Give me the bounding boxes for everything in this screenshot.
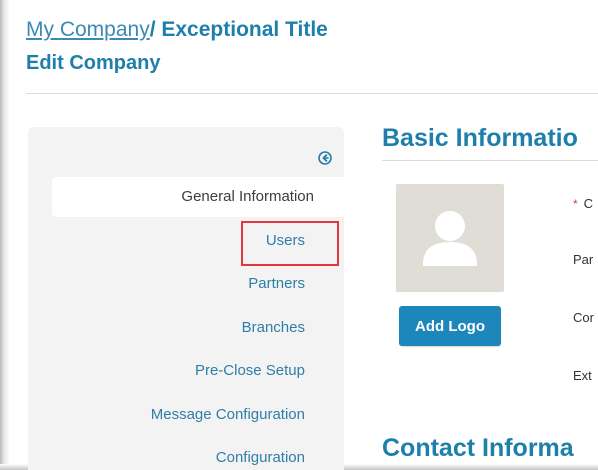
field-label-company-name: * C bbox=[573, 196, 593, 211]
collapse-sidebar-button[interactable] bbox=[317, 150, 333, 166]
field-label-text: C bbox=[583, 196, 594, 211]
add-logo-button[interactable]: Add Logo bbox=[399, 306, 501, 346]
header-divider bbox=[26, 93, 598, 94]
field-label-external-id: Ext bbox=[573, 368, 592, 383]
app-frame: My Company/ Exceptional Title Edit Compa… bbox=[0, 0, 598, 470]
sidebar-item-partners[interactable]: Partners bbox=[52, 264, 322, 304]
breadcrumb: My Company/ Exceptional Title bbox=[26, 16, 328, 44]
sidebar-item-label: Users bbox=[265, 232, 305, 249]
section-divider bbox=[382, 160, 598, 161]
breadcrumb-link-my-company[interactable]: My Company bbox=[26, 18, 150, 41]
sidebar-item-general-information[interactable]: General Information bbox=[52, 177, 344, 217]
field-label-parent: Par bbox=[573, 252, 594, 267]
sidebar-item-branches[interactable]: Branches bbox=[52, 308, 322, 348]
sidebar-item-message-configuration[interactable]: Message Configuration bbox=[52, 395, 322, 435]
sidebar-item-pre-close-setup[interactable]: Pre-Close Setup bbox=[52, 351, 322, 391]
sidebar-item-users[interactable]: Users bbox=[52, 221, 322, 261]
sidebar-item-label: Pre-Close Setup bbox=[194, 362, 305, 379]
user-avatar-icon bbox=[423, 211, 477, 266]
collapse-left-circle-icon bbox=[318, 151, 332, 165]
section-title-basic-information: Basic Informatio bbox=[382, 124, 578, 152]
field-label-company-code: Cor bbox=[573, 310, 594, 325]
logo-placeholder bbox=[396, 184, 504, 292]
window-edge-left bbox=[0, 0, 10, 470]
section-title-contact-information: Contact Informa bbox=[382, 434, 574, 462]
page-title: Edit Company bbox=[26, 52, 161, 74]
sidebar-item-label: Configuration bbox=[215, 449, 305, 466]
sidebar-item-label: Message Configuration bbox=[150, 406, 305, 423]
required-marker: * bbox=[573, 197, 578, 211]
sidebar-item-label: Partners bbox=[248, 275, 305, 292]
breadcrumb-current-title: / Exceptional Title bbox=[149, 18, 328, 41]
sidebar-item-label: Branches bbox=[241, 319, 305, 336]
sidebar-item-configuration[interactable]: Configuration bbox=[52, 438, 322, 470]
sidebar-item-label: General Information bbox=[181, 188, 314, 205]
